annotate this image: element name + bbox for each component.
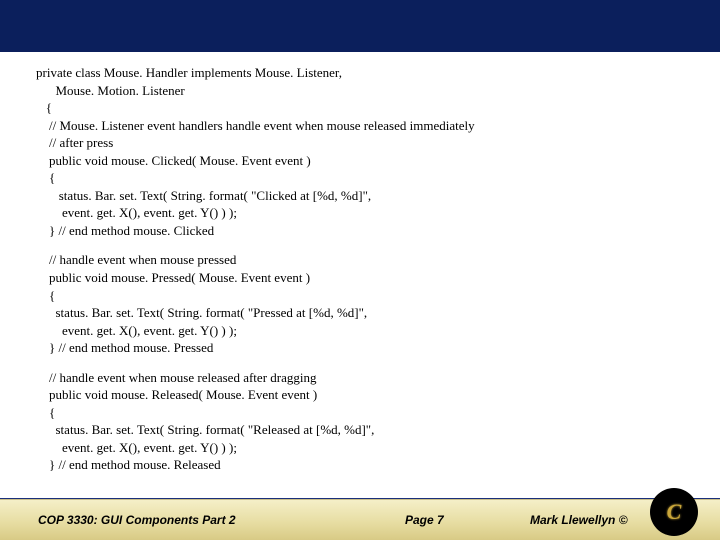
code-line: public void mouse. Released( Mouse. Even… — [36, 386, 692, 404]
code-line: // handle event when mouse pressed — [36, 251, 692, 269]
footer: COP 3330: GUI Components Part 2 Page 7 M… — [0, 498, 720, 540]
code-line: } // end method mouse. Clicked — [36, 222, 692, 240]
code-line: event. get. X(), event. get. Y() ) ); — [36, 204, 692, 222]
ucf-logo: C — [650, 488, 698, 536]
footer-page: Page 7 — [405, 513, 444, 527]
code-line: } // end method mouse. Pressed — [36, 339, 692, 357]
code-line: private class Mouse. Handler implements … — [36, 64, 692, 82]
code-line: status. Bar. set. Text( String. format( … — [36, 304, 692, 322]
code-line: status. Bar. set. Text( String. format( … — [36, 421, 692, 439]
code-line: // Mouse. Listener event handlers handle… — [36, 117, 692, 135]
code-line: { — [36, 287, 692, 305]
ucf-logo-glyph: C — [667, 499, 682, 525]
code-line: public void mouse. Clicked( Mouse. Event… — [36, 152, 692, 170]
code-block: private class Mouse. Handler implements … — [0, 52, 720, 474]
code-line: // handle event when mouse released afte… — [36, 369, 692, 387]
code-line: public void mouse. Pressed( Mouse. Event… — [36, 269, 692, 287]
code-line: { — [36, 404, 692, 422]
title-bar — [0, 0, 720, 52]
footer-course: COP 3330: GUI Components Part 2 — [0, 513, 236, 527]
code-line: { — [36, 169, 692, 187]
footer-author: Mark Llewellyn © — [530, 513, 628, 527]
code-line: status. Bar. set. Text( String. format( … — [36, 187, 692, 205]
code-line: { — [36, 99, 692, 117]
code-line: Mouse. Motion. Listener — [36, 82, 692, 100]
code-line: } // end method mouse. Released — [36, 456, 692, 474]
code-line: event. get. X(), event. get. Y() ) ); — [36, 439, 692, 457]
code-line: event. get. X(), event. get. Y() ) ); — [36, 322, 692, 340]
code-line: // after press — [36, 134, 692, 152]
